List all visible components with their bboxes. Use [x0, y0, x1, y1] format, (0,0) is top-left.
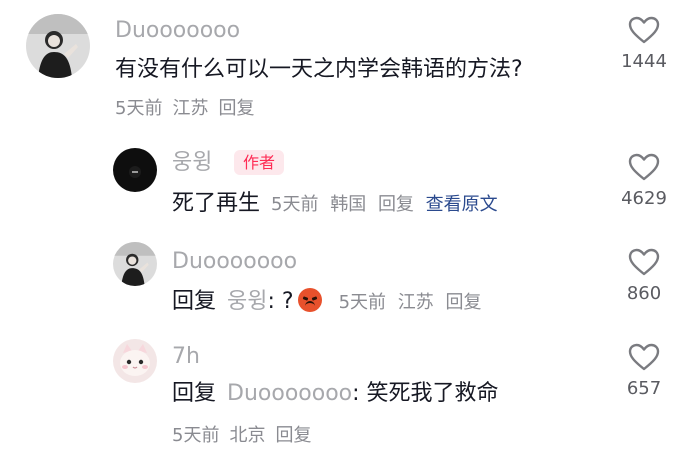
avatar-duooooooo[interactable] [113, 242, 157, 286]
avatar-7h[interactable] [113, 339, 157, 383]
reply-content-row: 回复 Duooooooo: 笑死我了救命 [172, 383, 499, 405]
comment-meta: 5天前 江苏 回复 [115, 100, 264, 118]
reply-content-row: 死了再生 5天前 韩国 回复 查看原文 [172, 193, 498, 215]
reply-username[interactable]: 7h [172, 346, 200, 368]
reply-time: 5天前 [172, 425, 220, 446]
heart-outline-icon[interactable] [628, 15, 660, 45]
comment-text: 有没有什么可以一天之内学会韩语的方法? [115, 57, 523, 82]
like-count: 4629 [621, 188, 667, 209]
avatar-author[interactable] [113, 148, 157, 192]
like-button[interactable]: 4629 [604, 152, 684, 208]
heart-outline-icon[interactable] [628, 152, 660, 182]
view-original-link[interactable]: 查看原文 [426, 194, 498, 215]
comment-location: 江苏 [172, 98, 209, 119]
reply-time: 5天前 [271, 194, 319, 215]
reply-target-user[interactable]: 웅윙 [227, 289, 267, 314]
like-count: 657 [626, 378, 662, 399]
heart-outline-icon[interactable] [628, 342, 660, 372]
reply-meta: 5天前 北京 回复 [172, 427, 321, 445]
reply-button[interactable]: 回复 [218, 98, 254, 119]
reply-username[interactable]: Duooooooo [172, 251, 297, 273]
reply-location: 韩国 [330, 194, 367, 215]
heart-outline-icon[interactable] [628, 247, 660, 277]
comment-username[interactable]: Duooooooo [115, 20, 240, 42]
like-button[interactable]: 860 [604, 247, 684, 303]
reply-location: 北京 [229, 425, 266, 446]
reply-button[interactable]: 回复 [275, 425, 311, 446]
reply-text: 死了再生 [172, 191, 261, 216]
reply-text: : ? [267, 289, 294, 314]
reply-button[interactable]: 回复 [378, 194, 414, 215]
author-badge: 作者 [234, 150, 285, 176]
reply-text: : 笑死我了救命 [352, 381, 499, 406]
comment-time: 5天前 [115, 98, 163, 119]
avatar-duooooooo[interactable] [26, 14, 90, 78]
like-count: 1444 [621, 51, 667, 72]
reply-content-row: 回复 웅윙: ? 5天前 江苏 回复 [172, 288, 482, 313]
reply-username[interactable]: 웅윙 [172, 152, 212, 174]
like-count: 860 [626, 283, 662, 304]
reply-time: 5天前 [338, 292, 387, 313]
reply-prefix: 回复 [172, 289, 217, 314]
reply-location: 江苏 [397, 292, 434, 313]
reply-button[interactable]: 回复 [446, 292, 482, 313]
angry-face-emoji [297, 288, 322, 312]
like-button[interactable]: 657 [604, 342, 684, 398]
like-button[interactable]: 1444 [604, 15, 684, 71]
reply-prefix: 回复 [172, 381, 217, 406]
reply-target-user[interactable]: Duooooooo [227, 381, 352, 406]
